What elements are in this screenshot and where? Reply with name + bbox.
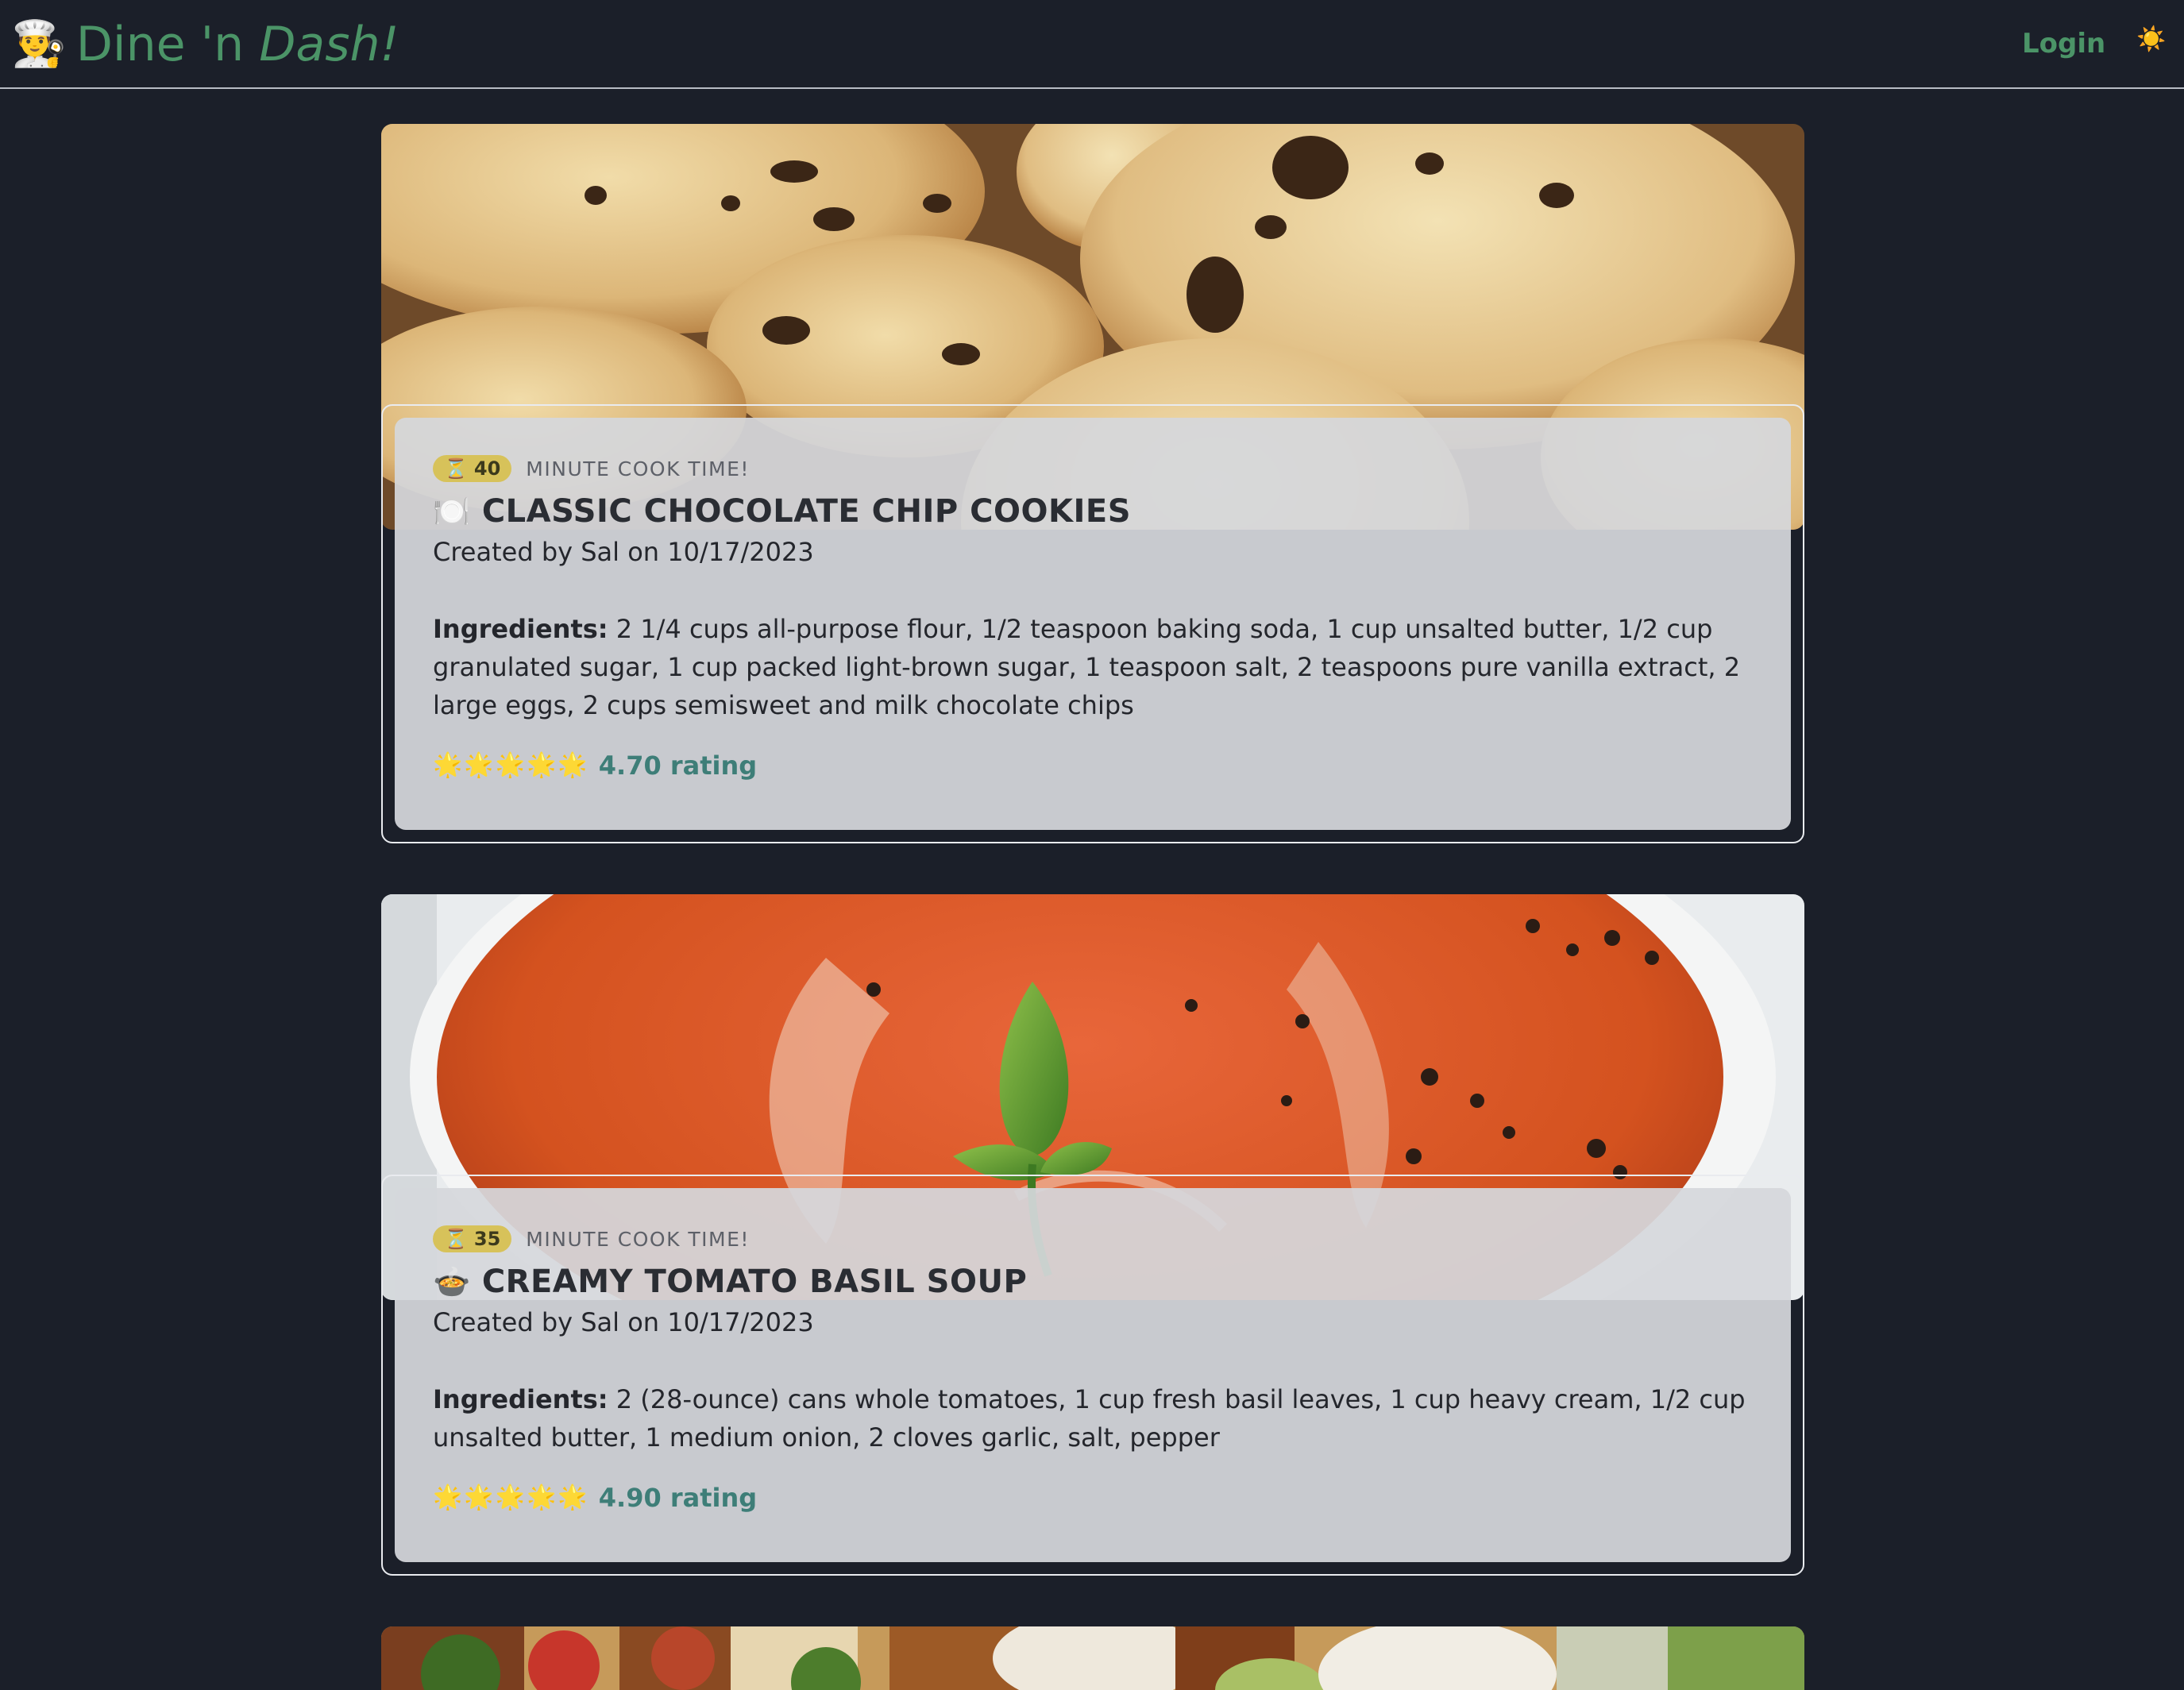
recipe-rating: 🌟🌟🌟🌟🌟 4.70 rating xyxy=(433,748,1753,783)
salad-photo xyxy=(381,1626,1804,1690)
cook-time-value: 35 xyxy=(473,1228,501,1250)
cook-time-badge: ⏳ 35 xyxy=(433,1225,512,1252)
recipe-ingredients: Ingredients: 2 (28-ounce) cans whole tom… xyxy=(433,1380,1753,1457)
cook-time-row: ⏳ 40 MINUTE COOK TIME! xyxy=(433,454,1753,483)
cook-time-caption: MINUTE COOK TIME! xyxy=(526,457,750,480)
brand-name-main: Dine 'n xyxy=(75,17,260,72)
hourglass-icon: ⏳ xyxy=(444,457,468,480)
cook-time-value: 40 xyxy=(473,457,501,480)
recipe-title[interactable]: 🍲 CREAMY TOMATO BASIL SOUP xyxy=(433,1261,1753,1302)
rating-value: 4.90 rating xyxy=(598,1483,758,1513)
hourglass-icon: ⏳ xyxy=(444,1228,468,1250)
ingredients-label: Ingredients: xyxy=(433,1384,608,1414)
cook-time-caption: MINUTE COOK TIME! xyxy=(526,1227,750,1251)
cook-time-row: ⏳ 35 MINUTE COOK TIME! xyxy=(433,1225,1753,1253)
recipe-author-date: Created by Sal on 10/17/2023 xyxy=(433,1307,814,1337)
brand-name-accent: Dash! xyxy=(259,17,399,72)
chef-icon: 👨‍🍳 xyxy=(11,18,67,70)
rating-value: 4.70 rating xyxy=(598,750,758,781)
recipe-details-panel: ⏳ 40 MINUTE COOK TIME! 🍽️ CLASSIC CHOCOL… xyxy=(395,418,1791,830)
recipe-details-panel: ⏳ 35 MINUTE COOK TIME! 🍲 CREAMY TOMATO B… xyxy=(395,1188,1791,1562)
top-navbar: 👨‍🍳 Dine 'n Dash! Login ☀️ xyxy=(0,0,2184,89)
login-link[interactable]: Login xyxy=(2022,26,2105,61)
recipe-title-text: CLASSIC CHOCOLATE CHIP COOKIES xyxy=(481,493,1132,530)
brand-logo-link[interactable]: 👨‍🍳 Dine 'n Dash! xyxy=(11,11,399,78)
recipe-card[interactable]: ⏳ 40 MINUTE COOK TIME! 🍽️ CLASSIC CHOCOL… xyxy=(381,124,1804,843)
recipe-ingredients: Ingredients: 2 1/4 cups all-purpose flou… xyxy=(433,610,1753,724)
recipe-card[interactable] xyxy=(381,1626,1804,1690)
recipe-title-text: CREAMY TOMATO BASIL SOUP xyxy=(481,1264,1028,1300)
recipe-rating: 🌟🌟🌟🌟🌟 4.90 rating xyxy=(433,1480,1753,1515)
star-icons: 🌟🌟🌟🌟🌟 xyxy=(433,1484,589,1511)
cook-time-badge: ⏳ 40 xyxy=(433,455,512,482)
ingredients-list: 2 1/4 cups all-purpose flour, 1/2 teaspo… xyxy=(433,614,1741,720)
plate-icon: 🍽️ xyxy=(433,494,471,529)
ingredients-list: 2 (28-ounce) cans whole tomatoes, 1 cup … xyxy=(433,1384,1746,1453)
recipe-card[interactable]: ⏳ 35 MINUTE COOK TIME! 🍲 CREAMY TOMATO B… xyxy=(381,894,1804,1576)
recipe-image-salad xyxy=(381,1626,1804,1690)
recipe-author-date: Created by Sal on 10/17/2023 xyxy=(433,537,814,567)
ingredients-label: Ingredients: xyxy=(433,614,608,644)
star-icons: 🌟🌟🌟🌟🌟 xyxy=(433,751,589,779)
recipe-title[interactable]: 🍽️ CLASSIC CHOCOLATE CHIP COOKIES xyxy=(433,491,1753,532)
soup-bowl-icon: 🍲 xyxy=(433,1264,471,1299)
sun-icon[interactable]: ☀️ xyxy=(2136,24,2168,56)
brand-name: Dine 'n Dash! xyxy=(76,21,399,68)
